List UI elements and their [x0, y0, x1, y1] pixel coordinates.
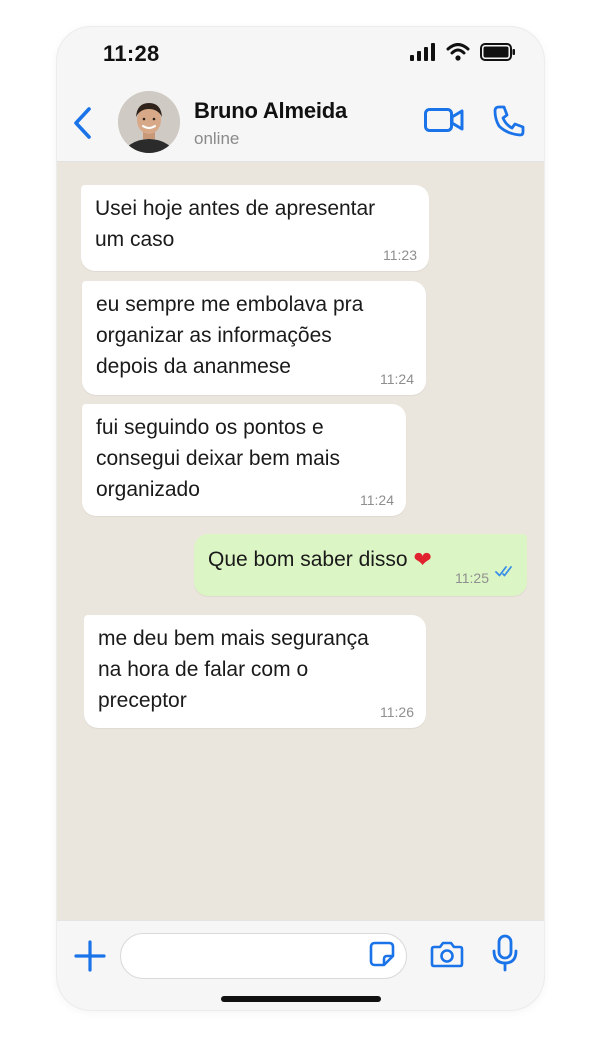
message-text: fui seguindo os pontos e consegui deixar… — [96, 416, 340, 501]
status-bar: 11:28 — [57, 27, 544, 87]
microphone-button[interactable] — [490, 934, 520, 977]
video-call-icon — [424, 107, 464, 138]
message-text: Que bom saber disso ❤ — [208, 544, 432, 576]
message-time: 11:24 — [360, 492, 394, 508]
camera-icon — [430, 940, 464, 973]
attach-button[interactable] — [71, 939, 109, 977]
status-icons — [410, 43, 516, 66]
back-button[interactable] — [69, 105, 97, 145]
sticker-button[interactable] — [368, 941, 396, 972]
message-bubble-incoming[interactable]: fui seguindo os pontos e consegui deixar… — [82, 404, 406, 516]
message-bubble-incoming[interactable]: eu sempre me embolava pra organizar as i… — [82, 281, 426, 395]
plus-icon — [74, 939, 106, 977]
battery-icon — [480, 43, 516, 66]
voice-call-button[interactable] — [490, 105, 528, 141]
message-bubble-incoming[interactable]: me deu bem mais segurança na hora de fal… — [84, 615, 426, 728]
message-time: 11:26 — [380, 704, 414, 720]
contact-status: online — [194, 129, 240, 148]
cellular-signal-icon — [410, 43, 436, 66]
avatar[interactable] — [118, 91, 180, 153]
camera-button[interactable] — [429, 939, 465, 973]
message-text: me deu bem mais segurança na hora de fal… — [98, 627, 369, 712]
input-bar — [57, 920, 544, 1010]
chevron-left-icon — [73, 106, 93, 145]
message-text: eu sempre me embolava pra organizar as i… — [96, 293, 364, 378]
sticker-icon — [369, 941, 395, 972]
phone-icon — [492, 104, 526, 143]
status-time: 11:28 — [103, 41, 160, 66]
chat-header: Bruno Almeida online — [57, 87, 544, 162]
avatar-image — [118, 91, 180, 153]
video-call-button[interactable] — [423, 107, 465, 137]
microphone-icon — [492, 934, 518, 977]
home-indicator[interactable] — [221, 996, 381, 1002]
heart-emoji: ❤ — [413, 548, 432, 573]
message-input[interactable] — [120, 933, 407, 979]
double-check-read-icon — [495, 555, 517, 586]
message-time: 11:23 — [383, 247, 417, 263]
message-bubble-incoming[interactable]: Usei hoje antes de apresentar um caso 11… — [81, 185, 429, 271]
chat-area[interactable]: Usei hoje antes de apresentar um caso 11… — [57, 162, 544, 920]
message-time: 11:24 — [380, 371, 414, 387]
wifi-icon — [446, 43, 470, 66]
message-time: 11:25 — [455, 570, 489, 586]
message-bubble-outgoing[interactable]: Que bom saber disso ❤ 11:25 — [194, 534, 527, 596]
contact-name[interactable]: Bruno Almeida — [194, 98, 347, 124]
phone-frame: 11:28 Bruno Almeida online Usei hoje ant… — [57, 27, 544, 1010]
message-text-content: Que bom saber disso — [208, 548, 408, 571]
message-text: Usei hoje antes de apresentar um caso — [95, 197, 376, 251]
